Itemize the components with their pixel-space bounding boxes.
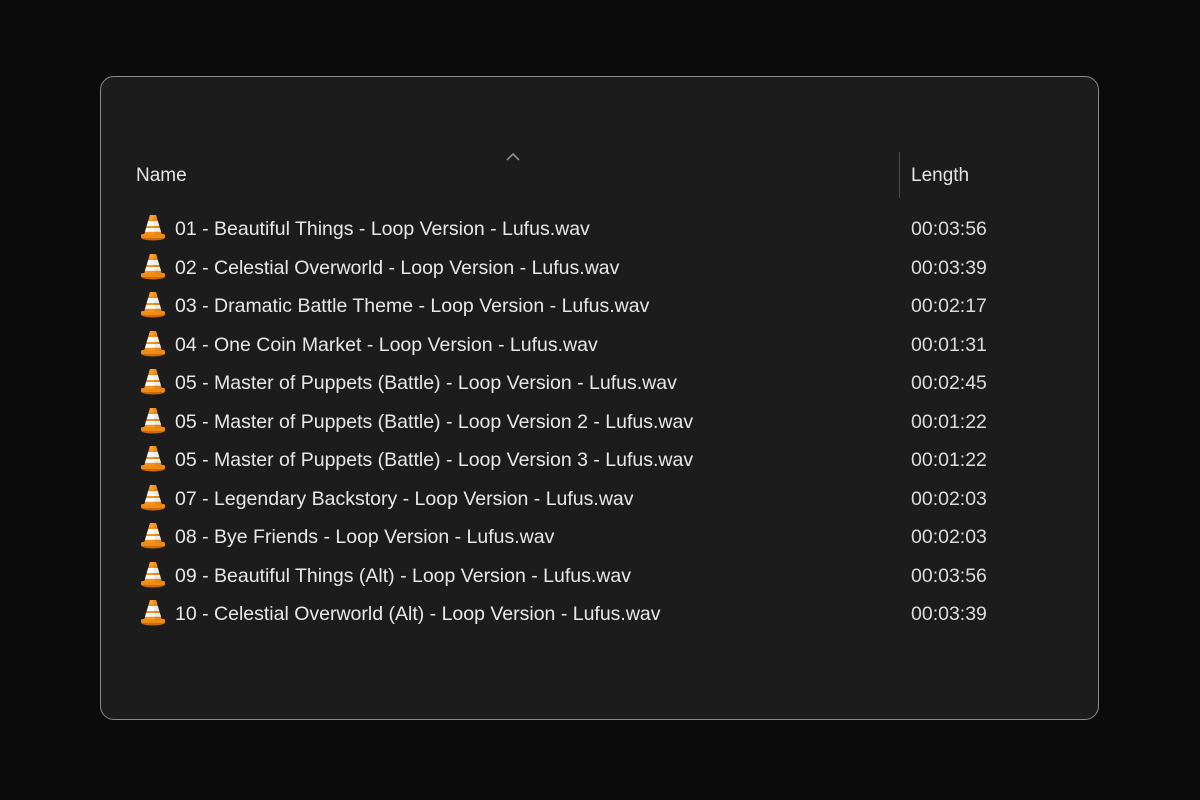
file-row[interactable]: 02 - Celestial Overworld - Loop Version … (101, 250, 1098, 289)
file-length: 00:03:56 (911, 564, 987, 587)
column-divider[interactable] (899, 152, 900, 198)
vlc-cone-icon (141, 484, 165, 510)
file-name: 09 - Beautiful Things (Alt) - Loop Versi… (175, 564, 631, 587)
file-name: 10 - Celestial Overworld (Alt) - Loop Ve… (175, 603, 661, 625)
vlc-cone-icon (141, 215, 165, 241)
column-header-name[interactable]: Name (136, 165, 187, 187)
vlc-cone-icon (141, 561, 165, 587)
file-length: 00:02:45 (911, 372, 987, 394)
file-row[interactable]: 03 - Dramatic Battle Theme - Loop Versio… (101, 288, 1098, 327)
file-length: 00:02:03 (911, 487, 987, 510)
file-length: 00:02:17 (911, 295, 987, 317)
file-name: 01 - Beautiful Things - Loop Version - L… (175, 218, 590, 240)
file-length: 00:03:56 (911, 218, 987, 240)
file-row[interactable]: 01 - Beautiful Things - Loop Version - L… (101, 211, 1098, 250)
file-name: 05 - Master of Puppets (Battle) - Loop V… (175, 410, 694, 433)
file-name: 08 - Bye Friends - Loop Version - Lufus.… (175, 526, 555, 548)
file-name: 04 - One Coin Market - Loop Version - Lu… (175, 333, 598, 356)
column-header-length[interactable]: Length (911, 165, 969, 187)
file-row[interactable]: 09 - Beautiful Things (Alt) - Loop Versi… (101, 558, 1098, 597)
file-name: 05 - Master of Puppets (Battle) - Loop V… (175, 449, 694, 471)
file-length: 00:02:03 (911, 526, 987, 548)
column-header: Name Length (101, 152, 1098, 198)
file-row[interactable]: 07 - Legendary Backstory - Loop Version … (101, 481, 1098, 520)
file-name: 02 - Celestial Overworld - Loop Version … (175, 256, 620, 279)
vlc-cone-icon (141, 600, 165, 626)
file-length: 00:03:39 (911, 256, 987, 279)
file-length: 00:01:22 (911, 410, 987, 433)
vlc-cone-icon (141, 523, 165, 549)
file-row[interactable]: 05 - Master of Puppets (Battle) - Loop V… (101, 404, 1098, 443)
file-list: 01 - Beautiful Things - Loop Version - L… (101, 211, 1098, 635)
file-length: 00:01:22 (911, 449, 987, 471)
file-row[interactable]: 10 - Celestial Overworld (Alt) - Loop Ve… (101, 596, 1098, 635)
file-length: 00:03:39 (911, 603, 987, 625)
file-row[interactable]: 04 - One Coin Market - Loop Version - Lu… (101, 327, 1098, 366)
file-length: 00:01:31 (911, 333, 987, 356)
file-row[interactable]: 05 - Master of Puppets (Battle) - Loop V… (101, 365, 1098, 404)
vlc-cone-icon (141, 292, 165, 318)
file-name: 03 - Dramatic Battle Theme - Loop Versio… (175, 295, 650, 317)
chevron-up-icon (506, 152, 520, 161)
file-name: 05 - Master of Puppets (Battle) - Loop V… (175, 372, 677, 394)
vlc-cone-icon (141, 330, 165, 356)
file-row[interactable]: 08 - Bye Friends - Loop Version - Lufus.… (101, 519, 1098, 558)
vlc-cone-icon (141, 253, 165, 279)
vlc-cone-icon (141, 369, 165, 395)
file-list-panel: Name Length 01 - Beautiful Things - Loop… (100, 76, 1099, 720)
vlc-cone-icon (141, 446, 165, 472)
vlc-cone-icon (141, 407, 165, 433)
file-name: 07 - Legendary Backstory - Loop Version … (175, 487, 634, 510)
file-row[interactable]: 05 - Master of Puppets (Battle) - Loop V… (101, 442, 1098, 481)
